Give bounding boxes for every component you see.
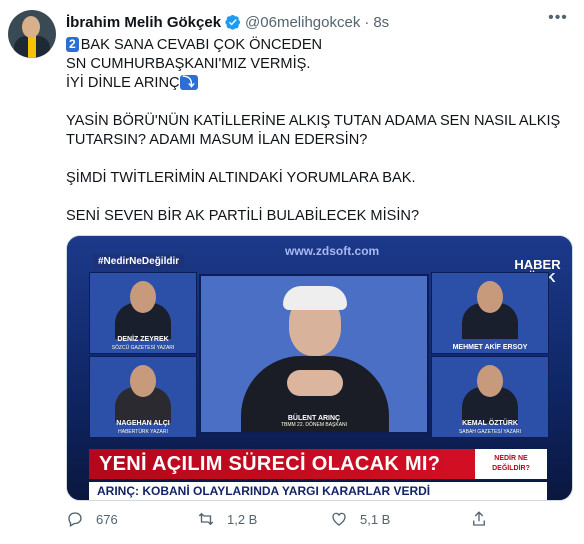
tweet-line-6: SENİ SEVEN BİR AK PARTİLİ BULABİLECEK Mİ…: [66, 208, 420, 224]
avatar-face: [22, 16, 40, 38]
avatar[interactable]: [8, 10, 56, 58]
arrow-down-emoji: ⤵: [179, 75, 198, 90]
tweet-text: 2 BAK SANA CEVABI ÇOK ÖNCEDEN SN CUMHURBA…: [66, 36, 571, 226]
share-icon: [473, 511, 485, 526]
panelist-2: NAGEHAN ALÇI HABERTÜRK YAZARI: [89, 356, 197, 438]
tweet-line-2: SN CUMHURBAŞKANI'MIZ VERMİŞ.: [66, 56, 311, 72]
retweet-button[interactable]: 1,2 B: [197, 510, 257, 528]
tweet-time[interactable]: 8s: [373, 14, 389, 31]
separator-dot: ·: [364, 13, 370, 31]
program-badge: NEDİR NE DEĞİLDİR?: [475, 449, 547, 479]
more-dots-icon[interactable]: •••: [546, 10, 570, 30]
reply-icon: [68, 512, 82, 527]
verified-badge-icon: [225, 15, 241, 30]
like-button[interactable]: 5,1 B: [330, 510, 390, 528]
reply-count: 676: [96, 511, 118, 527]
tweet-line-1: 2 BAK SANA CEVABI ÇOK ÖNCEDEN: [66, 36, 571, 55]
tweet: İbrahim Melih Gökçek @06melihgokcek · 8s…: [0, 0, 584, 544]
avatar-scarf: [28, 36, 36, 58]
tweet-line-4: YASİN BÖRÜ'NÜN KATİLLERİNE ALKIŞ TUTAN A…: [66, 113, 561, 148]
panelist-3: MEHMET AKİF ERSOY: [431, 272, 549, 354]
keycap-2-emoji: 2: [66, 37, 79, 52]
panelist-1: DENİZ ZEYREK SÖZCÜ GAZETESİ YAZARI: [89, 272, 197, 354]
retweet-icon: [198, 512, 214, 526]
reply-button[interactable]: 676: [66, 510, 118, 528]
like-count: 5,1 B: [360, 511, 391, 527]
author-handle[interactable]: @06melihgokcek: [245, 14, 360, 31]
tweet-line-5: ŞİMDİ TWİTLERİMİN ALTINDAKİ YORUMLARA BA…: [66, 170, 416, 186]
tweet-header: İbrahim Melih Gökçek @06melihgokcek · 8s: [66, 12, 389, 32]
heart-icon: [332, 512, 346, 526]
video-hashtag: #NedirNeDeğildir: [93, 254, 185, 269]
share-button[interactable]: [470, 510, 500, 528]
tweet-line-3: İYİ DİNLE ARINÇ ⤵: [66, 74, 571, 93]
retweet-count: 1,2 B: [227, 511, 258, 527]
video-ticker: ARINÇ: KOBANİ OLAYLARINDA YARGI KARARLAR…: [89, 482, 547, 500]
tweet-video[interactable]: www.zdsoft.com #NedirNeDeğildir HABER TÜ…: [66, 235, 573, 501]
main-speaker: BÜLENT ARINÇ TBMM 22. DÖNEM BAŞKANI: [199, 274, 429, 434]
tweet-actions: 676 1,2 B 5,1 B: [66, 510, 571, 534]
panelist-4: KEMAL ÖZTÜRK SABAH GAZETESİ YAZARI: [431, 356, 549, 438]
video-watermark: www.zdsoft.com: [285, 244, 380, 258]
author-name[interactable]: İbrahim Melih Gökçek: [66, 14, 221, 31]
